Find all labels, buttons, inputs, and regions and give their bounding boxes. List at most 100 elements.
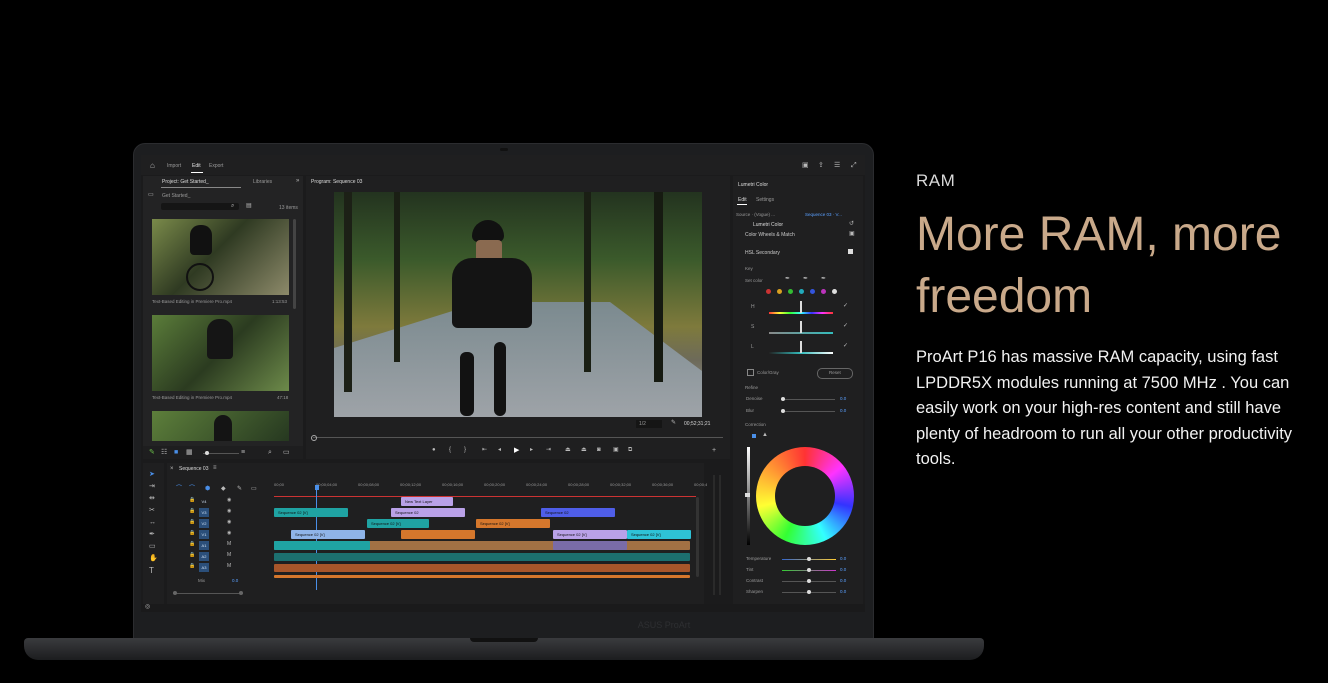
blur-slider[interactable] xyxy=(781,409,835,413)
settings-wrench-icon[interactable]: ✎ xyxy=(237,486,242,492)
panel-menu-icon[interactable]: ≡ xyxy=(213,465,217,471)
sort-icon[interactable]: ≡ xyxy=(241,449,245,456)
lumetri-effect[interactable]: Lumetri Color xyxy=(753,223,783,228)
timeline-vertical-scrollbar[interactable] xyxy=(696,497,699,577)
audio-clip[interactable] xyxy=(274,553,690,561)
track-lock-icon[interactable]: 🔒 xyxy=(189,553,195,558)
timeline-clip[interactable]: Sequence 02 [V] xyxy=(553,530,627,539)
pen-tool-icon[interactable]: ✒ xyxy=(149,531,155,538)
project-scrollbar[interactable] xyxy=(293,219,296,309)
timeline-clip[interactable]: Sequence 02 [V] xyxy=(367,519,429,528)
track-mute-icon[interactable]: M xyxy=(227,542,231,547)
sharpen-slider[interactable] xyxy=(782,590,836,594)
track-lock-icon[interactable]: 🔒 xyxy=(189,531,195,536)
swatch-yellow[interactable] xyxy=(777,289,782,294)
timeline-clip[interactable] xyxy=(401,530,475,539)
lumetri-section-wheels[interactable]: Color Wheels & Match xyxy=(745,233,795,238)
track-target-a2[interactable]: A2 xyxy=(199,552,209,561)
track-lock-icon[interactable]: 🔒 xyxy=(189,509,195,514)
marker-icon[interactable]: ◆ xyxy=(221,486,226,492)
marker-icon[interactable]: ● xyxy=(432,447,436,453)
track-eye-icon[interactable]: ◉ xyxy=(227,520,231,525)
program-monitor-title[interactable]: Program: Sequence 03 xyxy=(311,180,362,185)
track-eye-icon[interactable]: ◉ xyxy=(227,498,231,503)
audio-clip[interactable] xyxy=(553,541,627,550)
luminance-handle[interactable] xyxy=(800,341,802,353)
luma-handle[interactable] xyxy=(745,493,750,497)
track-select-icon[interactable]: ⇥ xyxy=(149,483,155,490)
hand-tool-icon[interactable]: ✋ xyxy=(149,555,158,562)
play-icon[interactable]: ▶ xyxy=(514,447,519,454)
saturation-check-icon[interactable]: ✓ xyxy=(843,323,848,329)
contrast-value[interactable]: 0.0 xyxy=(840,578,846,584)
go-to-in-icon[interactable]: ⇤ xyxy=(482,447,487,453)
tint-value[interactable]: 0.0 xyxy=(840,567,846,573)
timeline-clip[interactable]: Sequence 02 [V] xyxy=(627,530,691,539)
extract-icon[interactable]: ⏏ xyxy=(581,447,587,453)
audio-clip[interactable] xyxy=(274,564,690,572)
timeline-clip[interactable]: Sequence 02 [V] xyxy=(291,530,365,539)
new-item-icon[interactable]: ▭ xyxy=(283,449,290,456)
panel-overflow-icon[interactable]: » xyxy=(296,178,299,184)
swatch-red[interactable] xyxy=(766,289,771,294)
color-gray-checkbox[interactable] xyxy=(747,369,754,376)
menu-edit[interactable]: Edit xyxy=(192,164,201,169)
lift-icon[interactable]: ⏏ xyxy=(565,447,571,453)
track-lock-icon[interactable]: 🔒 xyxy=(189,542,195,547)
color-wheel[interactable] xyxy=(756,447,854,545)
step-forward-icon[interactable]: ▸ xyxy=(530,447,533,453)
temperature-value[interactable]: 0.0 xyxy=(840,556,846,562)
project-search-input[interactable] xyxy=(161,203,239,210)
compare-icon[interactable]: ▣ xyxy=(613,447,619,453)
reset-button[interactable]: Reset xyxy=(817,368,853,379)
track-target-v4[interactable]: V4 xyxy=(199,497,209,506)
timeline-clip[interactable]: Sequence 02 xyxy=(391,508,465,517)
lumetri-section-hsl[interactable]: HSL Secondary xyxy=(745,251,780,256)
single-wheel-icon[interactable] xyxy=(752,434,756,438)
swatch-magenta[interactable] xyxy=(821,289,826,294)
type-tool-icon[interactable]: T xyxy=(149,567,154,575)
track-lock-icon[interactable]: 🔒 xyxy=(189,520,195,525)
scrubber-handle[interactable] xyxy=(311,435,317,441)
mark-in-icon[interactable]: { xyxy=(449,447,451,453)
captions-icon[interactable]: ▭ xyxy=(251,486,257,492)
freeform-view-icon[interactable]: ▦ xyxy=(186,449,193,456)
add-button-icon[interactable]: + xyxy=(712,447,716,454)
add-marker-icon[interactable]: ⬢ xyxy=(205,486,210,492)
luminance-check-icon[interactable]: ✓ xyxy=(843,343,848,349)
pencil-icon[interactable]: ✎ xyxy=(149,449,155,456)
track-eye-icon[interactable]: ◉ xyxy=(227,509,231,514)
tint-slider[interactable] xyxy=(782,568,836,572)
menu-export[interactable]: Export xyxy=(209,164,223,169)
snap-icon[interactable]: ⌒ xyxy=(176,486,182,492)
find-icon[interactable]: ⌕ xyxy=(268,449,272,456)
track-mute-icon[interactable]: M xyxy=(227,553,231,558)
wrench-icon[interactable]: ✎ xyxy=(671,420,676,426)
slip-tool-icon[interactable]: ↔ xyxy=(149,519,156,526)
track-target-v2[interactable]: V2 xyxy=(199,519,209,528)
timeline-clip[interactable]: Sequence 02 [V] xyxy=(274,508,348,517)
track-target-a1[interactable]: A1 xyxy=(199,541,209,550)
fullscreen-icon[interactable]: ⤢ xyxy=(851,162,857,169)
eyedropper-remove-icon[interactable]: ✒ xyxy=(821,276,826,282)
selection-tool-icon[interactable]: ➤ xyxy=(149,471,155,478)
lumetri-tab-edit[interactable]: Edit xyxy=(738,198,747,203)
linked-selection-icon[interactable]: ⌒ xyxy=(189,486,195,492)
section-toggle-icon[interactable]: ▣ xyxy=(849,231,855,237)
step-back-icon[interactable]: ◂ xyxy=(498,447,501,453)
new-bin-icon[interactable]: ▤ xyxy=(246,203,252,209)
proxy-icon[interactable]: ⧉ xyxy=(628,447,632,453)
clip-thumbnail-2[interactable] xyxy=(152,315,289,391)
lumetri-tab-settings[interactable]: Settings xyxy=(756,198,774,203)
libraries-tab[interactable]: Libraries xyxy=(253,180,272,185)
go-to-out-icon[interactable]: ⇥ xyxy=(546,447,551,453)
time-ruler[interactable]: 00;00 00;00;04;00 00;00;08;00 00;00;12;00 00… xyxy=(274,481,715,491)
sequence-title[interactable]: Sequence 03 xyxy=(179,467,208,472)
timeline-clip[interactable]: New Text Layer xyxy=(401,497,453,506)
denoise-value[interactable]: 0.0 xyxy=(840,396,846,402)
track-mute-icon[interactable]: M xyxy=(227,564,231,569)
sharpen-value[interactable]: 0.0 xyxy=(840,589,846,595)
track-eye-icon[interactable]: ◉ xyxy=(227,531,231,536)
blur-value[interactable]: 0.0 xyxy=(840,408,846,414)
lumetri-source[interactable]: Source · (Vogue) ... xyxy=(736,212,775,218)
